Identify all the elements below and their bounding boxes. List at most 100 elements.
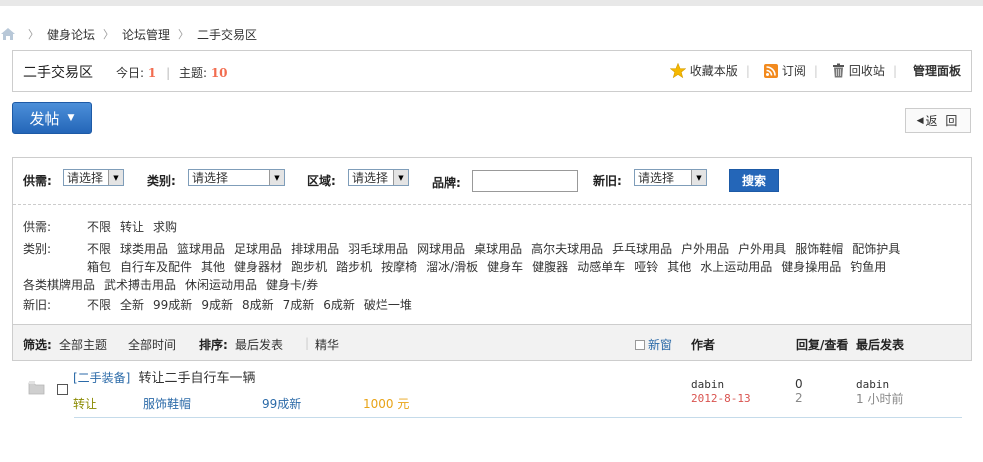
breadcrumb-item-forum[interactable]: 健身论坛 — [47, 26, 95, 43]
condition-option[interactable]: 破烂一堆 — [364, 298, 412, 312]
breadcrumb-separator: 〉 — [103, 28, 115, 41]
all-topics-link[interactable]: 全部主题 — [59, 336, 107, 353]
category-option[interactable]: 哑铃 — [634, 260, 658, 274]
breadcrumb-item-admin[interactable]: 论坛管理 — [122, 26, 170, 43]
back-button[interactable]: ◀ 返 回 — [905, 108, 971, 133]
category-option[interactable]: 羽毛球用品 — [348, 242, 408, 256]
condition-select[interactable]: 请选择 ▼ — [634, 169, 707, 186]
last-reply-time: 1 小时前 — [856, 392, 904, 406]
category-option[interactable]: 服饰鞋帽 — [795, 242, 843, 256]
chevron-down-icon: ▼ — [393, 170, 408, 185]
category-option[interactable]: 其他 — [201, 260, 225, 274]
category-option[interactable]: 其他 — [667, 260, 691, 274]
category-option[interactable]: 休闲运动用品 — [185, 278, 257, 292]
brand-filter-label: 品牌: — [432, 176, 461, 190]
category-option[interactable]: 健身器材 — [234, 260, 282, 274]
digest-link[interactable]: 精华 — [315, 336, 339, 353]
category-option[interactable]: 乒乓球用品 — [612, 242, 672, 256]
all-time-link[interactable]: 全部时间 — [128, 336, 176, 353]
category-option[interactable]: 健身车 — [487, 260, 523, 274]
new-window-toggle[interactable]: 新窗 — [635, 336, 672, 353]
condition-option[interactable]: 全新 — [120, 298, 144, 312]
new-post-label: 发帖 — [29, 109, 60, 128]
condition-option[interactable]: 99成新 — [153, 298, 192, 312]
supply-option[interactable]: 求购 — [153, 220, 177, 234]
thread-category[interactable]: [二手装备] — [73, 371, 130, 385]
category-option[interactable]: 足球用品 — [234, 242, 282, 256]
chevron-down-icon: ▼ — [67, 113, 75, 123]
region-select[interactable]: 请选择 ▼ — [348, 169, 409, 186]
toolbar-divider: | — [813, 63, 818, 78]
category-option[interactable]: 高尔夫球用品 — [531, 242, 603, 256]
subscribe-label: 订阅 — [781, 64, 806, 78]
thread-replies: 0 — [795, 377, 803, 391]
favorite-button[interactable]: 收藏本版 — [669, 62, 738, 79]
new-post-button[interactable]: 发帖 ▼ — [12, 102, 92, 134]
new-window-checkbox[interactable] — [635, 340, 645, 350]
brand-input[interactable] — [472, 170, 578, 192]
condition-option[interactable]: 7成新 — [283, 298, 315, 312]
thread-author[interactable]: dabin — [691, 378, 724, 391]
category-option[interactable]: 武术搏击用品 — [104, 278, 176, 292]
category-chip-row-3: 各类棋牌用品 武术搏击用品 休闲运动用品 健身卡/券 — [23, 276, 327, 293]
toolbar-divider: | — [745, 63, 750, 78]
category-option[interactable]: 钓鱼用 — [850, 260, 886, 274]
category-option[interactable]: 自行车及配件 — [120, 260, 192, 274]
condition-option[interactable]: 9成新 — [201, 298, 233, 312]
category-option[interactable]: 不限 — [87, 242, 111, 256]
home-icon[interactable] — [0, 27, 16, 41]
supply-option[interactable]: 不限 — [87, 220, 111, 234]
category-option[interactable]: 箱包 — [87, 260, 111, 274]
search-button[interactable]: 搜索 — [729, 169, 779, 192]
recycle-bin-label: 回收站 — [848, 64, 885, 78]
condition-option[interactable]: 6成新 — [323, 298, 355, 312]
category-option[interactable]: 健身操用品 — [781, 260, 841, 274]
subscribe-button[interactable]: 订阅 — [763, 62, 806, 79]
category-option[interactable]: 跑步机 — [291, 260, 327, 274]
replies-views-column-header: 回复/查看 — [796, 338, 849, 352]
sort-last-post-link[interactable]: 最后发表 — [235, 336, 283, 353]
category-option[interactable]: 健身卡/券 — [266, 278, 318, 292]
thread-date: 2012-8-13 — [691, 392, 751, 405]
category-option[interactable]: 配饰护具 — [852, 242, 900, 256]
category-select[interactable]: 请选择 ▼ — [188, 169, 285, 186]
thread-title-link[interactable]: [二手装备] 转让二手自行车一辆 — [73, 367, 256, 386]
condition-option[interactable]: 不限 — [87, 298, 111, 312]
category-option[interactable]: 溜冰/滑板 — [426, 260, 478, 274]
category-option[interactable]: 网球用品 — [417, 242, 465, 256]
chevron-down-icon: ▼ — [269, 170, 284, 185]
category-option[interactable]: 动感单车 — [577, 260, 625, 274]
forum-stats: 今日: 1 | 主题: 10 — [116, 64, 234, 81]
condition-chip-row: 新旧: 不限 全新 99成新 9成新 8成新 7成新 6成新 破烂一堆 — [23, 296, 421, 313]
today-label: 今日: — [116, 66, 145, 80]
chevron-down-icon: ▼ — [108, 170, 123, 185]
thread-title[interactable]: 转让二手自行车一辆 — [139, 371, 256, 386]
forum-header: 二手交易区 今日: 1 | 主题: 10 收藏本版 | 订阅 | 回收站 | 管… — [12, 50, 972, 92]
supply-option[interactable]: 转让 — [120, 220, 144, 234]
category-option[interactable]: 健腹器 — [532, 260, 568, 274]
category-option[interactable]: 踏步机 — [336, 260, 372, 274]
thread-sort-bar: 筛选: 全部主题 全部时间 排序: 最后发表 | 精华 新窗 作者 回复/查看 … — [12, 324, 972, 361]
thread-condition: 99成新 — [262, 397, 302, 411]
condition-filter-label: 新旧: — [593, 174, 622, 188]
chevron-down-icon: ▼ — [691, 170, 706, 185]
category-option[interactable]: 各类棋牌用品 — [23, 278, 95, 292]
supply-select[interactable]: 请选择 ▼ — [63, 169, 124, 186]
category-option[interactable]: 户外用具 — [738, 242, 786, 256]
breadcrumb-item-current[interactable]: 二手交易区 — [197, 26, 257, 43]
region-select-value: 请选择 — [352, 171, 389, 185]
category-option[interactable]: 水上运动用品 — [700, 260, 772, 274]
recycle-bin-button[interactable]: 回收站 — [832, 62, 885, 79]
category-option[interactable]: 桌球用品 — [474, 242, 522, 256]
thread-select-checkbox[interactable] — [57, 384, 68, 395]
breadcrumb-separator: 〉 — [28, 28, 39, 41]
admin-panel-link[interactable]: 管理面板 — [913, 62, 961, 79]
forum-name: 二手交易区 — [23, 65, 93, 81]
category-option[interactable]: 球类用品 — [120, 242, 168, 256]
category-option[interactable]: 户外用品 — [681, 242, 729, 256]
category-option[interactable]: 排球用品 — [291, 242, 339, 256]
category-option[interactable]: 篮球用品 — [177, 242, 225, 256]
new-window-label: 新窗 — [648, 338, 673, 352]
category-option[interactable]: 按摩椅 — [381, 260, 417, 274]
condition-option[interactable]: 8成新 — [242, 298, 274, 312]
